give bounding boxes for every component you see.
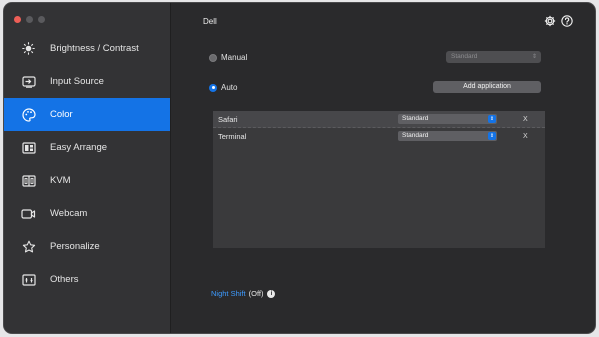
table-row[interactable]: Safari Standard ⇕ X [213, 111, 545, 128]
night-shift-status: Night Shift (Off) i [211, 289, 276, 298]
gear-icon[interactable] [543, 14, 556, 27]
sidebar-item-input-source[interactable]: Input Source [4, 65, 170, 98]
others-icon [21, 272, 36, 287]
info-icon[interactable]: i [267, 289, 276, 298]
app-preset-select[interactable]: Standard ⇕ [398, 114, 497, 124]
table-row[interactable]: Terminal Standard ⇕ X [213, 128, 545, 144]
auto-label: Auto [221, 83, 238, 92]
sidebar-item-webcam[interactable]: Webcam [4, 197, 170, 230]
sidebar-item-label: Personalize [50, 241, 100, 252]
sidebar-item-label: Brightness / Contrast [50, 43, 139, 54]
sidebar-item-personalize[interactable]: Personalize [4, 230, 170, 263]
help-icon[interactable] [560, 14, 573, 27]
manual-radio-option[interactable]: Manual [209, 53, 247, 62]
app-preset-table: Safari Standard ⇕ X Terminal Standard ⇕ … [213, 111, 545, 248]
zoom-button[interactable] [38, 16, 45, 23]
app-name: Safari [218, 115, 238, 124]
manual-preset-select: Standard ⇕ [446, 51, 541, 63]
updown-chevron-icon: ⇕ [531, 54, 537, 60]
sidebar-item-label: Others [50, 274, 79, 285]
remove-app-button[interactable]: X [523, 133, 528, 140]
main-panel: Dell Manual Standard ⇕ Auto Add applicat… [171, 3, 595, 333]
window-title: Dell [203, 17, 217, 26]
manual-preset-value: Standard [451, 53, 478, 60]
sidebar: Brightness / Contrast Input Source Color… [4, 3, 171, 333]
kvm-icon [21, 173, 36, 188]
minimize-button[interactable] [26, 16, 33, 23]
remove-app-button[interactable]: X [523, 116, 528, 123]
close-button[interactable] [14, 16, 21, 23]
app-preset-select[interactable]: Standard ⇕ [398, 131, 497, 141]
app-preset-value: Standard [402, 115, 429, 122]
sidebar-item-brightness-contrast[interactable]: Brightness / Contrast [4, 32, 170, 65]
color-palette-icon [21, 107, 36, 122]
add-application-button[interactable]: Add application [433, 81, 541, 93]
sidebar-item-kvm[interactable]: KVM [4, 164, 170, 197]
app-preset-value: Standard [402, 132, 429, 139]
night-shift-state: (Off) [248, 289, 264, 298]
sidebar-item-label: KVM [50, 175, 71, 186]
sidebar-item-label: Input Source [50, 76, 104, 87]
sidebar-item-easy-arrange[interactable]: Easy Arrange [4, 131, 170, 164]
manual-label: Manual [221, 53, 248, 62]
window-controls [14, 16, 45, 23]
manual-radio[interactable] [209, 53, 217, 62]
app-window: Brightness / Contrast Input Source Color… [4, 3, 595, 333]
webcam-icon [21, 206, 36, 221]
input-source-icon [21, 74, 36, 89]
auto-radio-option[interactable]: Auto [209, 83, 237, 92]
sidebar-item-color[interactable]: Color [4, 98, 170, 131]
sidebar-item-others[interactable]: Others [4, 263, 170, 296]
updown-chevron-icon: ⇕ [488, 115, 496, 123]
sidebar-nav: Brightness / Contrast Input Source Color… [4, 32, 170, 296]
auto-radio[interactable] [209, 83, 217, 92]
sidebar-item-label: Easy Arrange [50, 142, 108, 153]
night-shift-link[interactable]: Night Shift [211, 289, 246, 298]
easy-arrange-icon [21, 140, 36, 155]
brightness-icon [21, 41, 36, 56]
sidebar-item-label: Color [50, 109, 73, 120]
app-name: Terminal [218, 132, 247, 141]
sidebar-item-label: Webcam [50, 208, 88, 219]
top-toolbar [543, 14, 573, 27]
updown-chevron-icon: ⇕ [488, 132, 496, 140]
star-icon [21, 239, 36, 254]
